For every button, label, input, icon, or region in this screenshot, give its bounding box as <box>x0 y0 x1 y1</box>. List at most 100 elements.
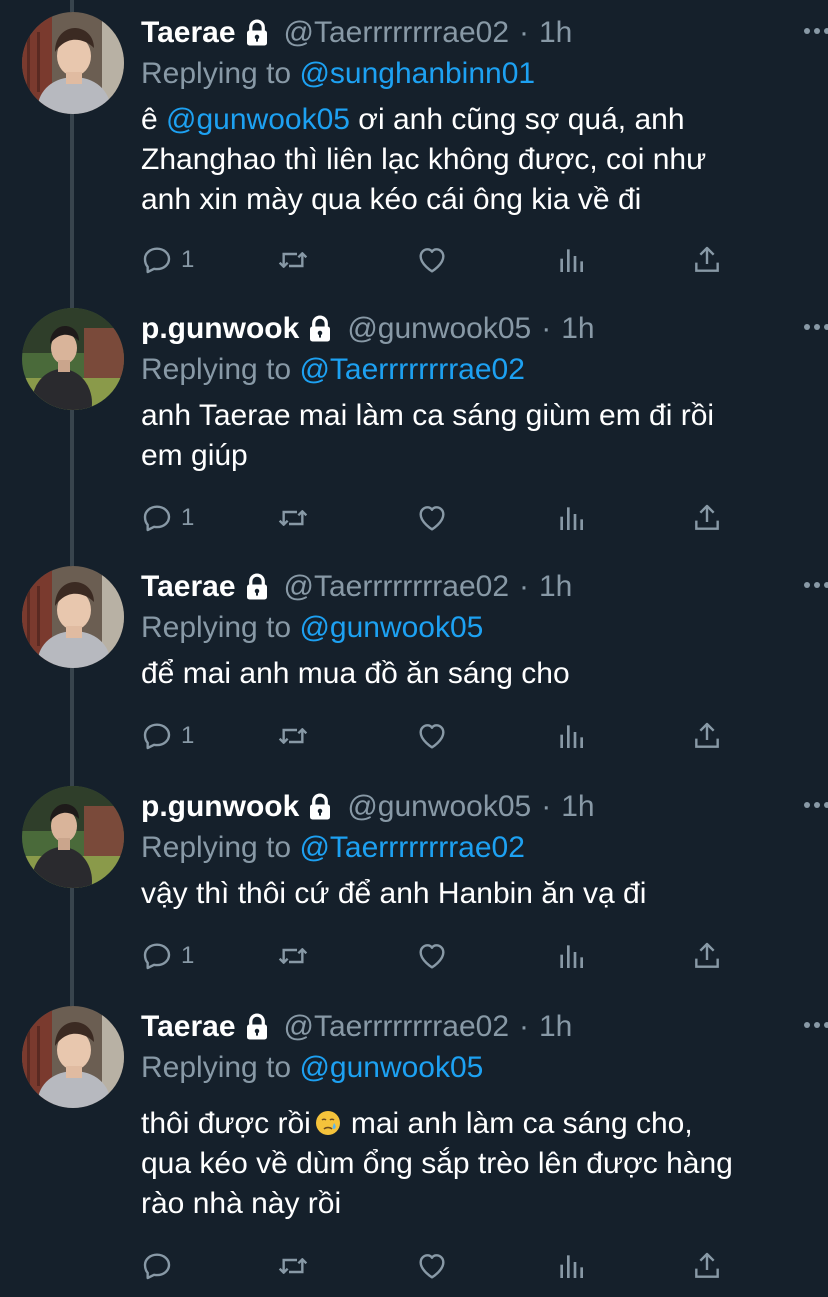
analytics-button[interactable] <box>555 716 587 756</box>
tweet-header: Taerae @Taerrrrrrrrae02 · 1h <box>141 1006 801 1048</box>
timestamp[interactable]: 1h <box>539 12 572 54</box>
retweet-button[interactable] <box>277 716 309 756</box>
tweet-text-fragment: thôi được rồi <box>141 1107 311 1140</box>
analytics-button[interactable] <box>555 1246 587 1286</box>
analytics-icon <box>555 720 587 752</box>
share-icon <box>691 244 723 276</box>
reply-button[interactable] <box>141 1246 181 1286</box>
like-button[interactable] <box>416 1246 448 1286</box>
retweet-icon <box>277 720 309 752</box>
tweet-actions: 1 <box>141 498 741 538</box>
avatar[interactable] <box>22 12 124 114</box>
share-button[interactable] <box>691 936 723 976</box>
display-name[interactable]: p.gunwook <box>141 786 299 828</box>
share-button[interactable] <box>691 240 723 280</box>
tweet[interactable]: p.gunwook @gunwook05 · 1h Replying to @T… <box>0 296 828 554</box>
tweet-text: thôi được rồi mai anh làm ca sáng cho, qu… <box>141 1104 801 1224</box>
replying-to-label: Replying to <box>141 57 300 90</box>
replying-to-mention[interactable]: @gunwook05 <box>299 1051 483 1084</box>
gunwook-avatar <box>22 308 124 410</box>
reply-icon <box>141 1250 173 1282</box>
tweet-text-line: anh Taerae mai làm ca sáng giùm em đi rồ… <box>141 399 715 432</box>
reply-button[interactable]: 1 <box>141 716 194 756</box>
lock-icon <box>305 314 335 344</box>
user-handle[interactable]: @Taerrrrrrrrae02 <box>284 12 509 54</box>
replying-to-mention[interactable]: @Taerrrrrrrrae02 <box>299 353 524 386</box>
tweet-text-line: ê @gunwook05 ơi anh cũng sợ quá, anh <box>141 103 685 136</box>
timestamp[interactable]: 1h <box>561 308 594 350</box>
tweet-text-line: để mai anh mua đồ ăn sáng cho <box>141 657 570 690</box>
timestamp[interactable]: 1h <box>539 566 572 608</box>
like-button[interactable] <box>416 240 448 280</box>
share-button[interactable] <box>691 1246 723 1286</box>
share-button[interactable] <box>691 498 723 538</box>
analytics-icon <box>555 502 587 534</box>
display-name[interactable]: Taerae <box>141 12 236 54</box>
separator-dot: · <box>541 312 552 345</box>
reply-button[interactable]: 1 <box>141 240 194 280</box>
tweet[interactable]: p.gunwook @gunwook05 · 1h Replying to @T… <box>0 774 828 994</box>
replying-to: Replying to @gunwook05 <box>141 1048 801 1088</box>
tweet-text-line: anh xin mày qua kéo cái ông kia về đi <box>141 183 642 216</box>
lock-icon <box>242 572 272 602</box>
retweet-icon <box>277 1250 309 1282</box>
more-icon[interactable] <box>803 322 828 332</box>
retweet-icon <box>277 502 309 534</box>
avatar[interactable] <box>22 786 124 888</box>
retweet-button[interactable] <box>277 498 309 538</box>
replying-to-mention[interactable]: @gunwook05 <box>299 611 483 644</box>
user-handle[interactable]: @gunwook05 <box>347 786 531 828</box>
tweet[interactable]: Taerae @Taerrrrrrrrae02 · 1h Replying to… <box>0 0 828 296</box>
separator-dot: · <box>519 1010 529 1043</box>
display-name[interactable]: p.gunwook <box>141 308 299 350</box>
like-button[interactable] <box>416 498 448 538</box>
tweet[interactable]: Taerae @Taerrrrrrrrae02 · 1h Replying to… <box>0 554 828 774</box>
separator-dot: · <box>519 16 529 49</box>
tweet-text-line: qua kéo về dùm ổng sắp trèo lên được hàn… <box>141 1147 733 1180</box>
tweet-text-line: vậy thì thôi cứ để anh Hanbin ăn vạ đi <box>141 877 647 910</box>
avatar[interactable] <box>22 1006 124 1108</box>
reply-button[interactable]: 1 <box>141 498 194 538</box>
heart-icon <box>416 502 448 534</box>
analytics-button[interactable] <box>555 936 587 976</box>
user-handle[interactable]: @gunwook05 <box>347 308 531 350</box>
user-handle[interactable]: @Taerrrrrrrrae02 <box>284 1006 509 1048</box>
replying-to-mention[interactable]: @sunghanbinn01 <box>299 57 535 90</box>
avatar[interactable] <box>22 566 124 668</box>
analytics-button[interactable] <box>555 498 587 538</box>
display-name[interactable]: Taerae <box>141 566 236 608</box>
retweet-button[interactable] <box>277 240 309 280</box>
tweet[interactable]: Taerae @Taerrrrrrrrae02 · 1h Replying to… <box>0 994 828 1297</box>
replying-to-mention[interactable]: @Taerrrrrrrrae02 <box>299 831 524 864</box>
display-name[interactable]: Taerae <box>141 1006 236 1048</box>
replying-to-label: Replying to <box>141 353 300 386</box>
share-icon <box>691 720 723 752</box>
like-button[interactable] <box>416 936 448 976</box>
replying-to: Replying to @sunghanbinn01 <box>141 54 801 94</box>
avatar[interactable] <box>22 308 124 410</box>
more-icon[interactable] <box>803 26 828 36</box>
retweet-button[interactable] <box>277 1246 309 1286</box>
replying-to: Replying to @gunwook05 <box>141 608 801 648</box>
timestamp[interactable]: 1h <box>561 786 594 828</box>
crying-face-emoji <box>315 1110 341 1136</box>
tweet-header: p.gunwook @gunwook05 · 1h <box>141 308 801 350</box>
reply-button[interactable]: 1 <box>141 936 194 976</box>
share-button[interactable] <box>691 716 723 756</box>
more-icon[interactable] <box>803 580 828 590</box>
tweet-actions: 1 <box>141 936 741 976</box>
heart-icon <box>416 1250 448 1282</box>
retweet-button[interactable] <box>277 936 309 976</box>
lock-icon <box>242 18 272 48</box>
share-icon <box>691 940 723 972</box>
taerae-avatar <box>22 1006 124 1108</box>
analytics-button[interactable] <box>555 240 587 280</box>
timestamp[interactable]: 1h <box>539 1006 572 1048</box>
user-handle[interactable]: @Taerrrrrrrrae02 <box>284 566 509 608</box>
mention-link[interactable]: @gunwook05 <box>166 103 350 136</box>
more-icon[interactable] <box>803 800 828 810</box>
more-icon[interactable] <box>803 1020 828 1030</box>
replying-to-label: Replying to <box>141 611 300 644</box>
like-button[interactable] <box>416 716 448 756</box>
lock-icon <box>305 792 335 822</box>
